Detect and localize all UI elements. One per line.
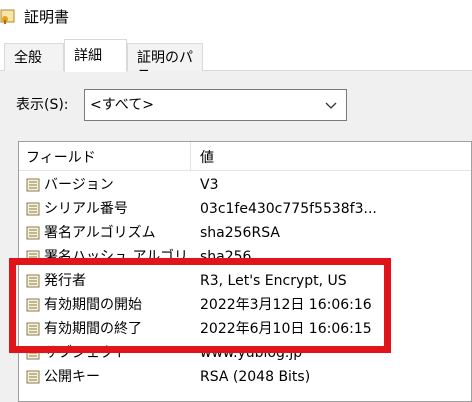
show-label: 表示(S): bbox=[16, 97, 69, 113]
tab-details-label: 詳細 bbox=[74, 48, 102, 64]
certificate-field-icon bbox=[26, 226, 40, 240]
certificate-field-icon bbox=[26, 202, 40, 216]
tab-details[interactable]: 詳細 bbox=[64, 39, 127, 72]
show-select[interactable]: <すべて> bbox=[84, 89, 347, 121]
row-field-value: 03c1fe430c775f5538f3... bbox=[200, 201, 377, 217]
highlight-box bbox=[9, 258, 391, 353]
tab-general-label: 全般 bbox=[14, 50, 42, 66]
show-select-value: <すべて> bbox=[90, 97, 154, 113]
certificate-field-icon bbox=[26, 370, 40, 384]
certificate-field-icon bbox=[26, 178, 40, 192]
row-field-value: V3 bbox=[200, 177, 219, 193]
row-field-name: 署名アルゴリズム bbox=[44, 225, 156, 241]
window-title: 証明書 bbox=[24, 8, 70, 26]
chevron-down-icon bbox=[324, 98, 338, 112]
row-field-value: RSA (2048 Bits) bbox=[200, 369, 311, 385]
tab-certification-path[interactable]: 証明のパス bbox=[127, 43, 203, 84]
list-item[interactable]: バージョン V3 bbox=[19, 173, 471, 197]
title-bar: 証明書 bbox=[0, 0, 472, 34]
certificate-icon bbox=[0, 8, 16, 24]
row-field-name: シリアル番号 bbox=[44, 201, 128, 217]
row-field-value: sha256RSA bbox=[200, 225, 280, 241]
row-field-name: バージョン bbox=[44, 177, 114, 193]
column-header-field[interactable]: フィールド bbox=[26, 150, 96, 166]
row-field-name: 公開キー bbox=[44, 369, 100, 385]
column-header-value[interactable]: 値 bbox=[200, 150, 214, 166]
list-item[interactable]: 署名アルゴリズム sha256RSA bbox=[19, 221, 471, 245]
tab-general[interactable]: 全般 bbox=[4, 43, 64, 71]
list-item[interactable]: 公開キー RSA (2048 Bits) bbox=[19, 365, 471, 389]
list-header: フィールド 値 bbox=[19, 142, 471, 171]
column-separator[interactable] bbox=[190, 142, 191, 171]
list-item[interactable]: シリアル番号 03c1fe430c775f5538f3... bbox=[19, 197, 471, 221]
